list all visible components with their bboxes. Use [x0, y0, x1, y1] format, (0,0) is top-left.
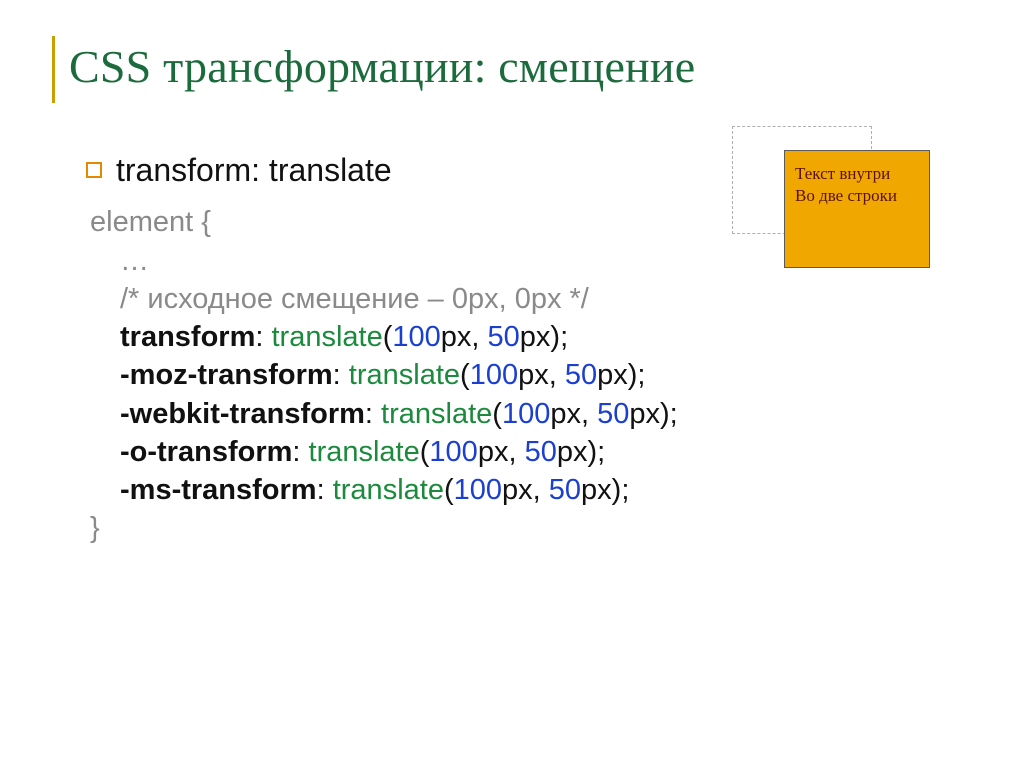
translated-box: Текст внутри Во две строки [784, 150, 930, 268]
code-val: 100 [502, 398, 550, 430]
code-val: 50 [565, 359, 597, 391]
code-func: translate [333, 474, 444, 506]
slide: CSS трансформации: смещение transform: t… [0, 0, 1024, 768]
code-val: 100 [470, 359, 518, 391]
code-prop: transform [120, 321, 255, 353]
code-close: } [90, 509, 972, 547]
code-func: translate [381, 398, 492, 430]
code-rule: -o-transform: translate(100px, 50px); [90, 433, 972, 471]
bullet-icon [86, 162, 102, 178]
code-func: translate [309, 436, 420, 468]
code-rule: -ms-transform: translate(100px, 50px); [90, 471, 972, 509]
code-val: 50 [597, 398, 629, 430]
code-prop: -o-transform [120, 436, 292, 468]
code-val: 50 [488, 321, 520, 353]
slide-title: CSS трансформации: смещение [69, 40, 972, 93]
code-prop: -moz-transform [120, 359, 333, 391]
code-rule: -moz-transform: translate(100px, 50px); [90, 356, 972, 394]
code-val: 100 [429, 436, 477, 468]
title-container: CSS трансформации: смещение [52, 36, 972, 103]
code-val: 100 [454, 474, 502, 506]
code-rule: -webkit-transform: translate(100px, 50px… [90, 395, 972, 433]
bullet-text: transform: translate [116, 149, 392, 191]
code-rule: transform: translate(100px, 50px); [90, 318, 972, 356]
translate-demo: Текст внутри Во две строки [732, 126, 952, 276]
code-func: translate [271, 321, 382, 353]
code-val: 50 [549, 474, 581, 506]
code-prop: -ms-transform [120, 474, 317, 506]
code-val: 100 [392, 321, 440, 353]
code-prop: -webkit-transform [120, 398, 365, 430]
demo-text-line: Текст внутри [795, 163, 919, 185]
code-comment: /* исходное смещение – 0px, 0px */ [90, 280, 972, 318]
code-func: translate [349, 359, 460, 391]
demo-text-line: Во две строки [795, 185, 919, 207]
code-val: 50 [525, 436, 557, 468]
